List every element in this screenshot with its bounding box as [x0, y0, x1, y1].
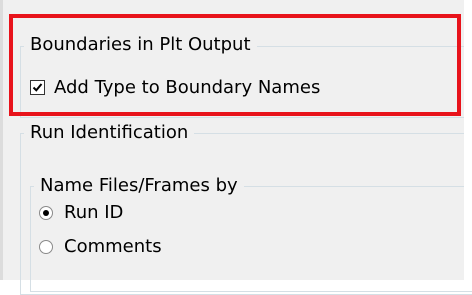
checkmark-icon — [32, 83, 43, 92]
add-type-checkbox-label: Add Type to Boundary Names — [54, 77, 321, 98]
run-id-radio-label: Run ID — [64, 202, 124, 223]
settings-panel: Boundaries in Plt Output Add Type to Bou… — [0, 0, 472, 295]
add-type-checkbox[interactable] — [30, 80, 45, 95]
boundaries-group-title: Boundaries in Plt Output — [24, 34, 257, 56]
add-type-checkbox-row[interactable]: Add Type to Boundary Names — [30, 77, 320, 98]
run-identification-group-title: Run Identification — [24, 122, 195, 144]
run-id-radio-row[interactable]: Run ID — [39, 202, 123, 223]
radio-selected-dot — [43, 209, 49, 216]
run-id-radio[interactable] — [39, 205, 53, 220]
comments-radio-row[interactable]: Comments — [39, 236, 162, 257]
panel-right-edge — [464, 0, 472, 280]
panel-left-edge — [0, 0, 3, 280]
name-files-group-title: Name Files/Frames by — [34, 175, 244, 197]
comments-radio[interactable] — [39, 239, 53, 254]
comments-radio-label: Comments — [64, 236, 162, 257]
